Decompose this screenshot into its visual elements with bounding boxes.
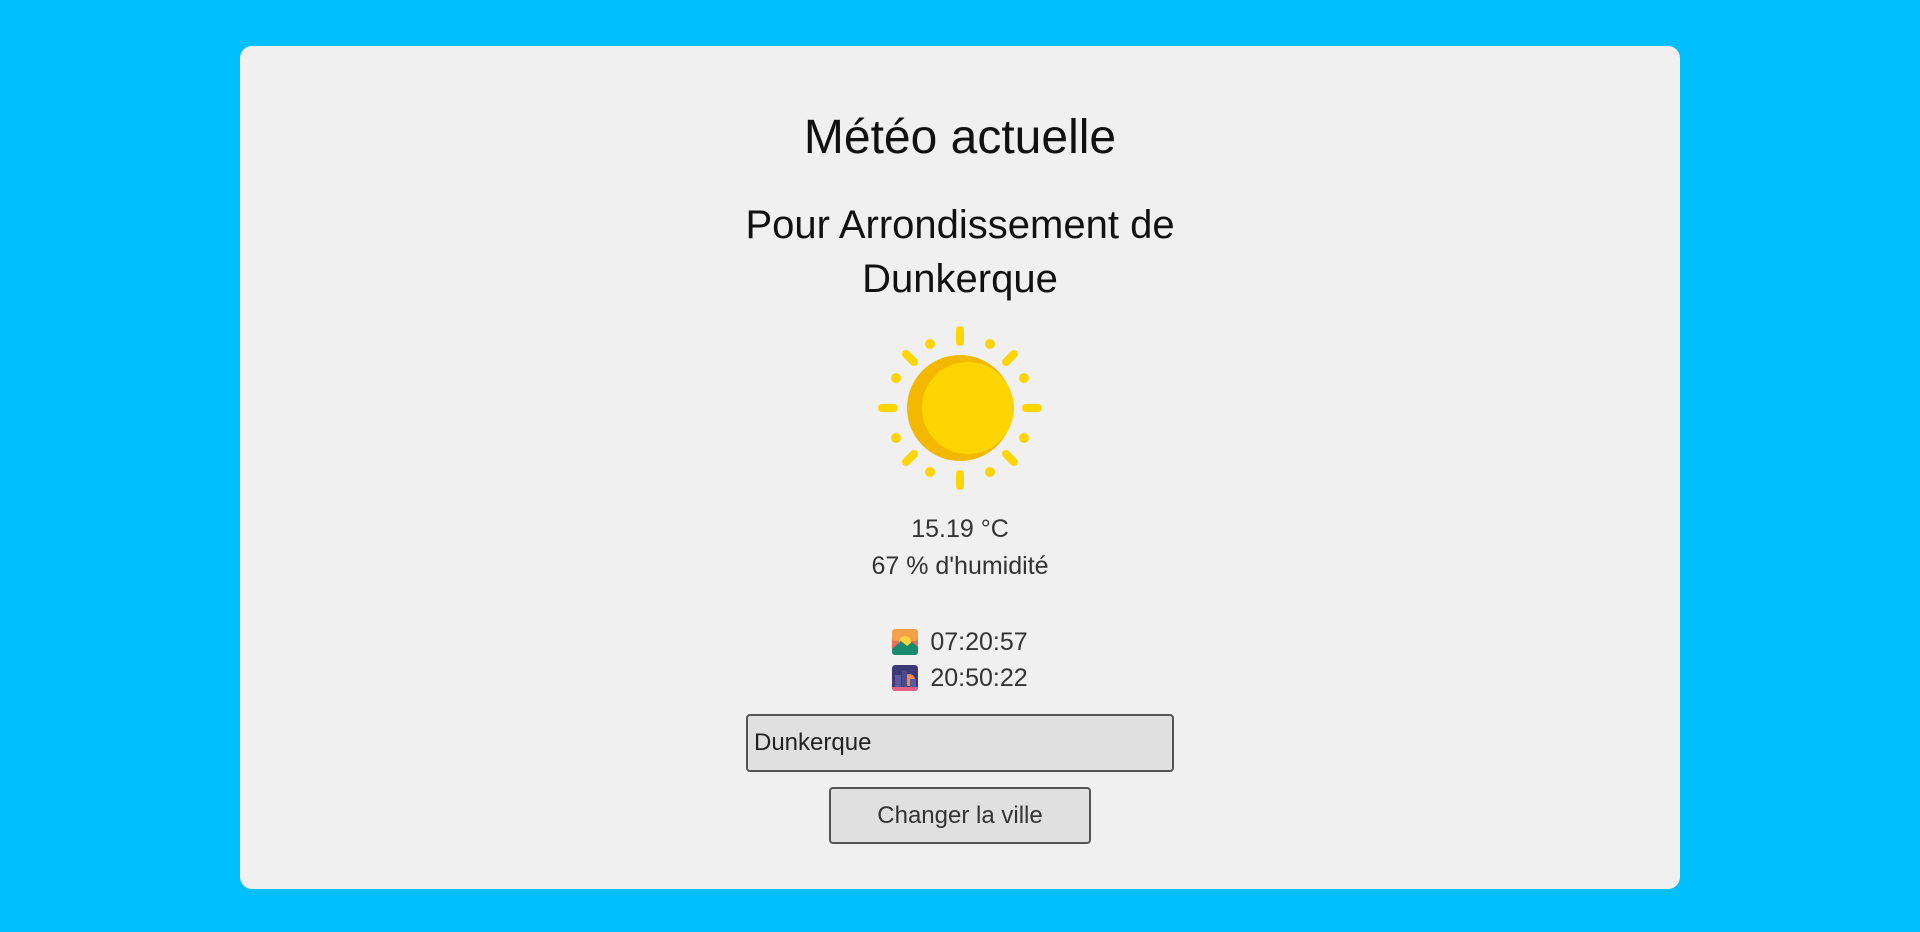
change-city-button[interactable]: Changer la ville (829, 787, 1091, 844)
humidity: 67 % d'humidité (871, 552, 1049, 580)
page-title: Météo actuelle (803, 111, 1117, 164)
sunrise-time: 07:20:57 (930, 628, 1028, 656)
sunrise-row: 07:20:57 (892, 624, 1028, 660)
location-title: Pour Arrondissement de Dunkerque (745, 203, 1175, 301)
weather-card: Météo actuelle Pour Arrondissement de Du… (240, 46, 1680, 889)
temperature: 15.19 °C (911, 515, 1009, 543)
city-input[interactable] (746, 714, 1174, 772)
sunset-time: 20:50:22 (930, 664, 1028, 692)
sun-icon (878, 326, 1042, 490)
sunset-row: 20:50:22 (892, 660, 1028, 696)
sunrise-icon (892, 629, 919, 655)
sunset-icon (892, 665, 919, 691)
